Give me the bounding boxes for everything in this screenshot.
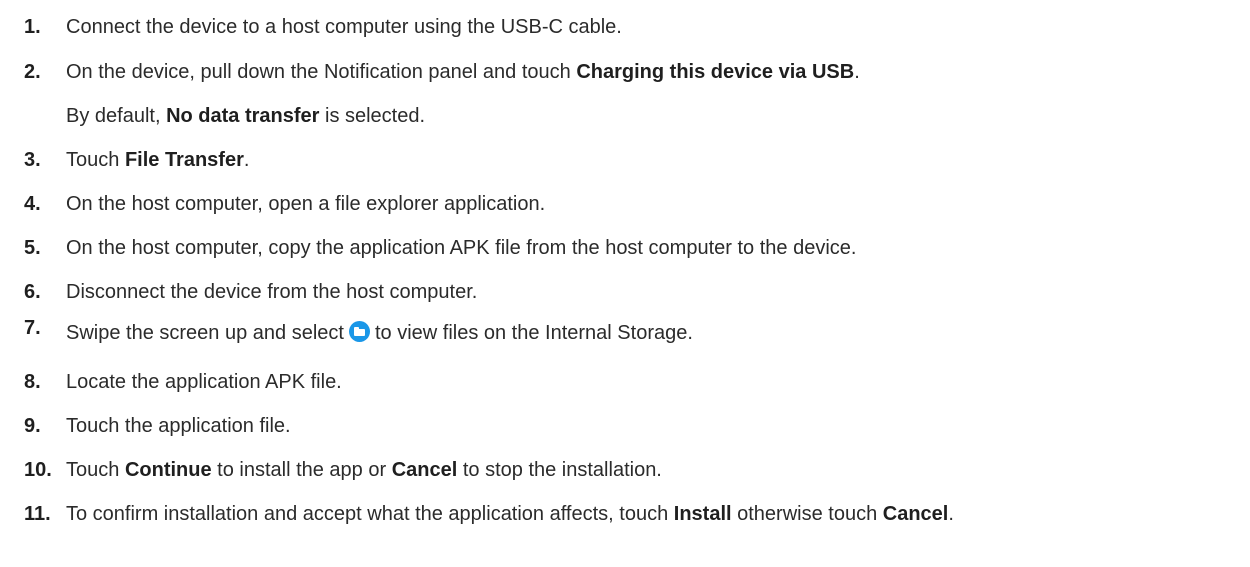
step-4: 4. On the host computer, open a file exp… [0, 187, 1250, 221]
step-number: 9. [24, 415, 41, 437]
step-number: 3. [24, 149, 41, 171]
step-text: Touch the application file. [66, 415, 291, 437]
ui-term: No data transfer [166, 105, 320, 127]
step-text: Locate the application APK file. [66, 371, 342, 393]
step-number: 8. [24, 371, 41, 393]
step-text: To confirm installation and accept what … [66, 503, 954, 525]
step-number: 2. [24, 61, 41, 83]
step-text: On the host computer, open a file explor… [66, 193, 546, 215]
step-6: 6. Disconnect the device from the host c… [0, 275, 1250, 309]
step-5: 5. On the host computer, copy the applic… [0, 231, 1250, 265]
step-text: Swipe the screen up and select to view fi… [66, 321, 693, 344]
ui-term: Install [673, 503, 732, 525]
step-text: On the device, pull down the Notificatio… [66, 61, 860, 83]
ui-term: Charging this device via USB [576, 61, 855, 83]
step-text: Connect the device to a host computer us… [66, 16, 622, 38]
step-number: 7. [24, 317, 41, 339]
step-10: 10. Touch Continue to install the app or… [0, 453, 1250, 487]
step-number: 4. [24, 193, 41, 215]
step-2-note: By default, No data transfer is selected… [0, 99, 1250, 133]
note-text: By default, No data transfer is selected… [66, 105, 426, 127]
step-text: On the host computer, copy the applicati… [66, 237, 857, 259]
step-8: 8. Locate the application APK file. [0, 365, 1250, 399]
step-text: Touch File Transfer. [66, 149, 250, 171]
step-9: 9. Touch the application file. [0, 409, 1250, 443]
ui-term: Cancel [882, 503, 949, 525]
step-number: 6. [24, 281, 41, 303]
step-number: 5. [24, 237, 41, 259]
step-text: Touch Continue to install the app or Can… [66, 459, 662, 481]
step-2: 2. On the device, pull down the Notifica… [0, 55, 1250, 89]
step-7: 7. Swipe the screen up and select to view… [0, 316, 1250, 350]
ui-term: Cancel [391, 459, 458, 481]
installation-steps: 1. Connect the device to a host computer… [0, 0, 1250, 567]
step-text: Disconnect the device from the host comp… [66, 281, 478, 303]
step-number: 11. [24, 503, 51, 525]
step-number: 1. [24, 16, 41, 38]
folder-icon [348, 321, 370, 342]
step-11: 11. To confirm installation and accept w… [0, 497, 1250, 531]
step-number: 10. [24, 459, 52, 481]
step-1: 1. Connect the device to a host computer… [0, 10, 1250, 44]
step-3: 3. Touch File Transfer. [0, 143, 1250, 177]
ui-term: File Transfer [124, 149, 244, 171]
ui-term: Continue [124, 459, 212, 481]
